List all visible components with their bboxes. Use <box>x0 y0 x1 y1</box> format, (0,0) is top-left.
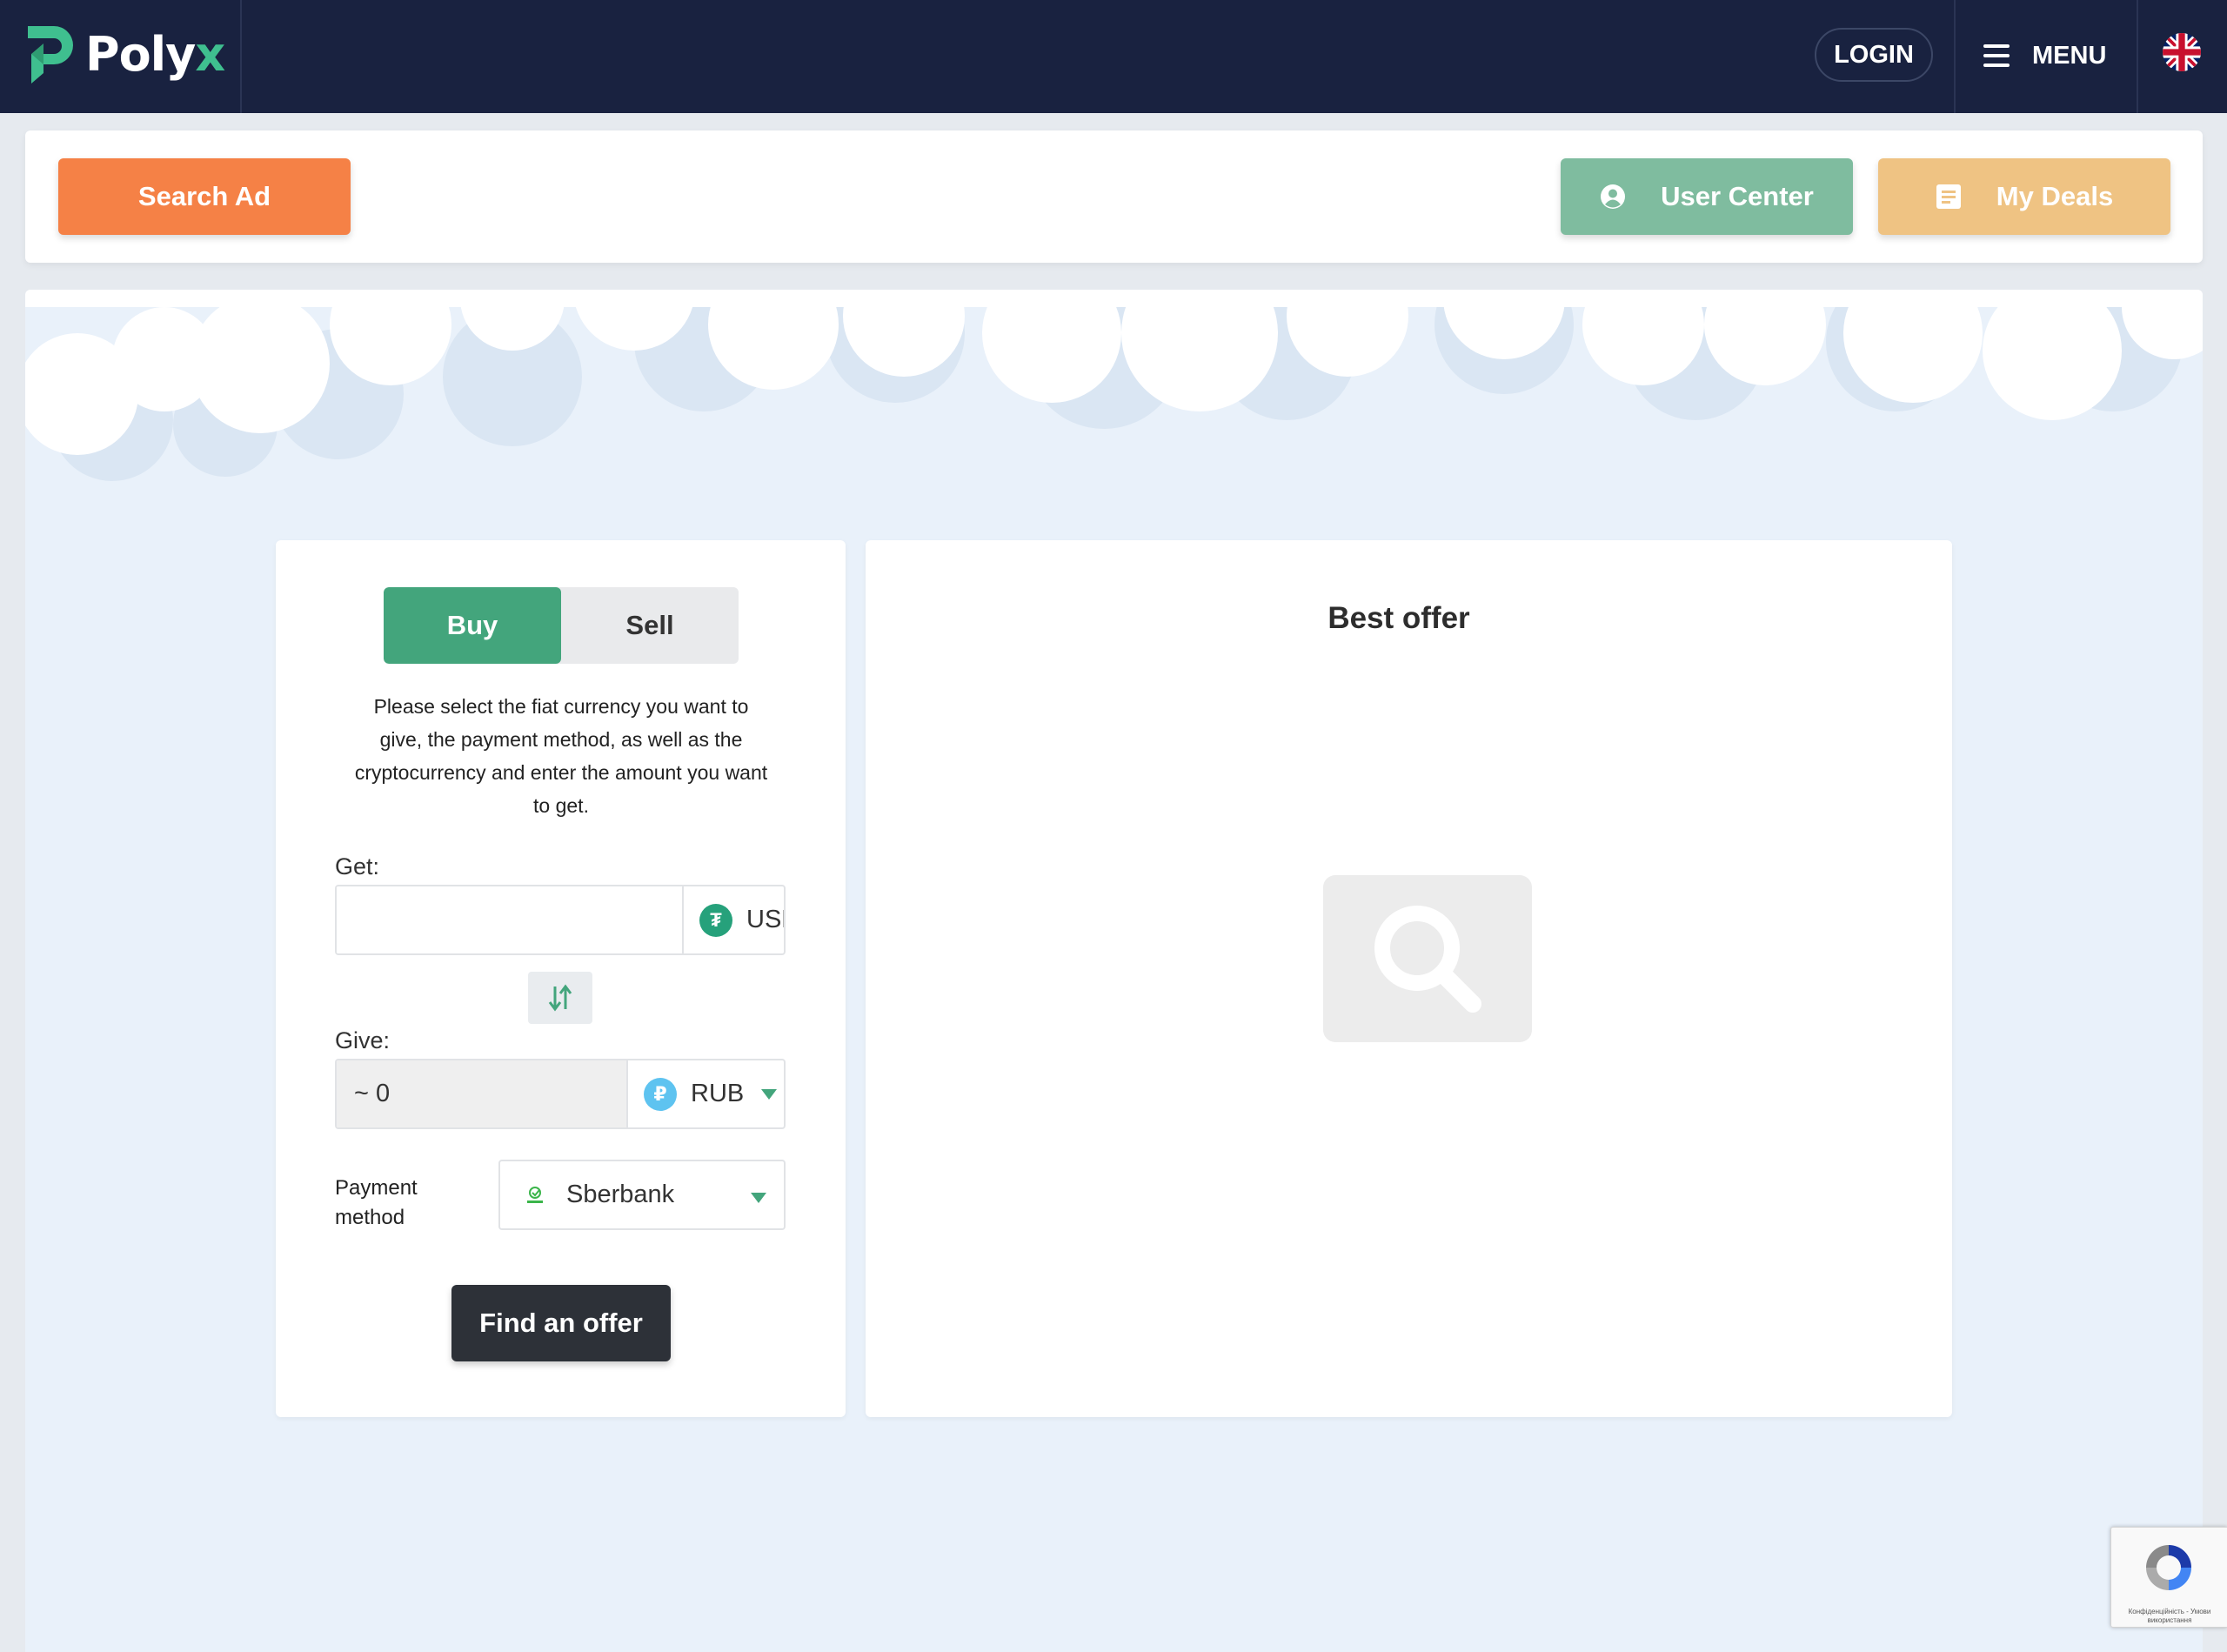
polyx-logo[interactable]: Polyx <box>24 23 225 85</box>
give-amount-display: ~ 0 <box>337 1060 626 1127</box>
action-bar: Search Ad User Center My Deals <box>25 130 2203 263</box>
clouds-decoration <box>25 290 2203 481</box>
hamburger-icon <box>1983 44 2010 67</box>
get-amount-input[interactable] <box>337 886 682 953</box>
nav-divider <box>2137 0 2138 113</box>
swap-button[interactable] <box>528 972 592 1024</box>
user-circle-icon <box>1601 184 1626 209</box>
get-field: ₮ USDT <box>335 885 786 955</box>
top-navigation: Polyx LOGIN MENU <box>0 0 2227 113</box>
document-icon <box>1936 184 1961 209</box>
logo-text: Polyx <box>85 26 225 82</box>
search-icon <box>1374 906 1481 1013</box>
best-offer-title: Best offer <box>1328 601 1470 635</box>
swap-arrows-icon <box>548 984 572 1012</box>
tab-sell[interactable]: Sell <box>561 587 739 664</box>
give-label: Give: <box>335 1027 391 1053</box>
give-field: ~ 0 ₽ RUB <box>335 1059 786 1129</box>
tab-buy[interactable]: Buy <box>384 587 561 664</box>
menu-button[interactable]: MENU <box>1983 30 2106 82</box>
get-currency-value: USDT <box>746 906 784 933</box>
sberbank-icon <box>527 1186 543 1203</box>
my-deals-label: My Deals <box>1996 181 2114 211</box>
my-deals-button[interactable]: My Deals <box>1878 158 2170 235</box>
user-center-label: User Center <box>1661 181 1814 211</box>
payment-method-select[interactable]: Sberbank <box>498 1160 786 1230</box>
recaptcha-footer-text[interactable]: Конфіденційність - Умови використання <box>2115 1608 2224 1625</box>
user-center-button[interactable]: User Center <box>1561 158 1853 235</box>
get-label: Get: <box>335 853 380 880</box>
exchange-form-card: Buy Sell Please select the fiat currency… <box>276 540 846 1417</box>
recaptcha-logo-icon <box>2146 1545 2191 1590</box>
recaptcha-badge[interactable]: Конфіденційність - Умови використання <box>2110 1527 2227 1628</box>
usdt-icon: ₮ <box>699 903 732 937</box>
login-button[interactable]: LOGIN <box>1815 28 1933 82</box>
form-description: Please select the fiat currency you want… <box>354 695 768 817</box>
empty-results-placeholder <box>1323 875 1532 1042</box>
give-currency-value: RUB <box>691 1080 745 1107</box>
search-ad-label: Search Ad <box>137 181 271 211</box>
main-panel: Buy Sell Please select the fiat currency… <box>25 290 2203 1652</box>
nav-divider <box>1954 0 1956 113</box>
find-offer-button[interactable]: Find an offer <box>451 1285 671 1361</box>
chevron-down-icon <box>761 1088 778 1100</box>
search-ad-button[interactable]: Search Ad <box>58 158 351 235</box>
give-currency-select[interactable]: ₽ RUB <box>626 1060 784 1127</box>
menu-label: MENU <box>2032 41 2107 70</box>
payment-method-value: Sberbank <box>566 1180 675 1208</box>
uk-flag-icon[interactable] <box>2163 33 2201 71</box>
rub-icon: ₽ <box>644 1077 677 1111</box>
buy-sell-toggle: Buy Sell <box>384 587 739 664</box>
nav-divider <box>240 0 242 113</box>
best-offer-card: Best offer <box>866 540 1952 1417</box>
payment-method-label: Payment method <box>335 1176 418 1229</box>
polyx-logo-icon <box>28 26 73 84</box>
chevron-down-icon <box>751 1193 766 1203</box>
get-currency-select[interactable]: ₮ USDT <box>682 886 784 953</box>
